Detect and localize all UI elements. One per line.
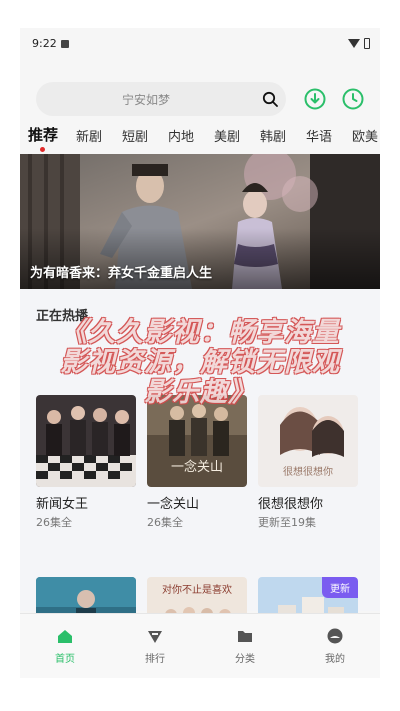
now-playing-section: 正在热播 新闻女王 26集全 一念关山 一念关山 26集全 很想很想你 很想很想… bbox=[20, 289, 380, 669]
ranking-icon bbox=[148, 631, 162, 643]
show-episodes: 26集全 bbox=[36, 516, 72, 529]
show-poster: 一念关山 bbox=[147, 395, 247, 487]
history-icon[interactable] bbox=[342, 88, 364, 110]
poster-title: 对你不止是喜欢 bbox=[162, 583, 232, 596]
section-title: 正在热播 bbox=[36, 309, 89, 324]
notification-icon bbox=[61, 40, 69, 48]
show-poster bbox=[36, 395, 136, 487]
wifi-icon bbox=[348, 39, 360, 48]
nav-category[interactable]: 分类 bbox=[215, 614, 275, 674]
tab-us[interactable]: 美剧 bbox=[214, 126, 240, 145]
search-bar[interactable]: 宁安如梦 bbox=[36, 82, 286, 116]
active-tab-indicator bbox=[40, 147, 45, 152]
download-icon[interactable] bbox=[304, 88, 326, 110]
status-bar: 9:22 bbox=[20, 28, 380, 62]
nav-home-label: 首页 bbox=[55, 654, 75, 665]
show-title: 新闻女王 bbox=[36, 497, 89, 512]
banner-title: 为有暗香来：弃女千金重启人生 bbox=[30, 266, 213, 281]
bottom-navigation: 首页 排行 分类 我的 bbox=[20, 613, 380, 678]
show-episodes: 更新至19集 bbox=[258, 516, 316, 529]
show-title: 一念关山 bbox=[147, 497, 200, 512]
nav-ranking[interactable]: 排行 bbox=[125, 614, 185, 674]
status-time: 9:22 bbox=[32, 37, 57, 50]
tab-western[interactable]: 欧美 bbox=[352, 126, 378, 145]
folder-icon bbox=[238, 631, 252, 642]
poster-title: 一念关山 bbox=[171, 459, 223, 475]
show-card[interactable]: 一念关山 一念关山 26集全 bbox=[147, 395, 247, 529]
show-title: 很想很想你 bbox=[258, 497, 324, 512]
show-card[interactable]: 很想很想你 很想很想你 更新至19集 bbox=[258, 395, 358, 529]
tab-new[interactable]: 新剧 bbox=[76, 126, 102, 145]
hero-banner[interactable]: 为有暗香来：弃女千金重启人生 bbox=[20, 154, 380, 289]
battery-icon bbox=[364, 38, 370, 49]
update-badge: 更新 bbox=[322, 577, 358, 598]
home-icon bbox=[58, 630, 72, 643]
app-screen: 9:22 宁安如梦 推荐 新剧 短剧 内地 美剧 韩剧 华语 欧美 为有暗香来：… bbox=[20, 28, 380, 678]
category-tabs: 推荐 新剧 短剧 内地 美剧 韩剧 华语 欧美 bbox=[20, 126, 380, 154]
search-placeholder: 宁安如梦 bbox=[121, 93, 170, 107]
nav-category-label: 分类 bbox=[235, 654, 255, 665]
show-episodes: 26集全 bbox=[147, 516, 183, 529]
tab-chinese[interactable]: 华语 bbox=[306, 126, 332, 145]
show-poster: 很想很想你 bbox=[258, 395, 358, 487]
poster-title: 很想很想你 bbox=[283, 465, 333, 478]
show-card[interactable]: 新闻女王 26集全 bbox=[36, 395, 136, 529]
search-icon[interactable] bbox=[262, 91, 278, 107]
nav-profile-label: 我的 bbox=[325, 654, 345, 665]
tab-recommend[interactable]: 推荐 bbox=[28, 124, 58, 145]
profile-icon bbox=[327, 628, 343, 644]
tab-korea[interactable]: 韩剧 bbox=[260, 126, 286, 145]
tab-mainland[interactable]: 内地 bbox=[168, 126, 194, 145]
nav-home[interactable]: 首页 bbox=[35, 614, 95, 674]
nav-profile[interactable]: 我的 bbox=[305, 614, 365, 674]
tab-short[interactable]: 短剧 bbox=[122, 126, 148, 145]
nav-ranking-label: 排行 bbox=[145, 654, 165, 665]
